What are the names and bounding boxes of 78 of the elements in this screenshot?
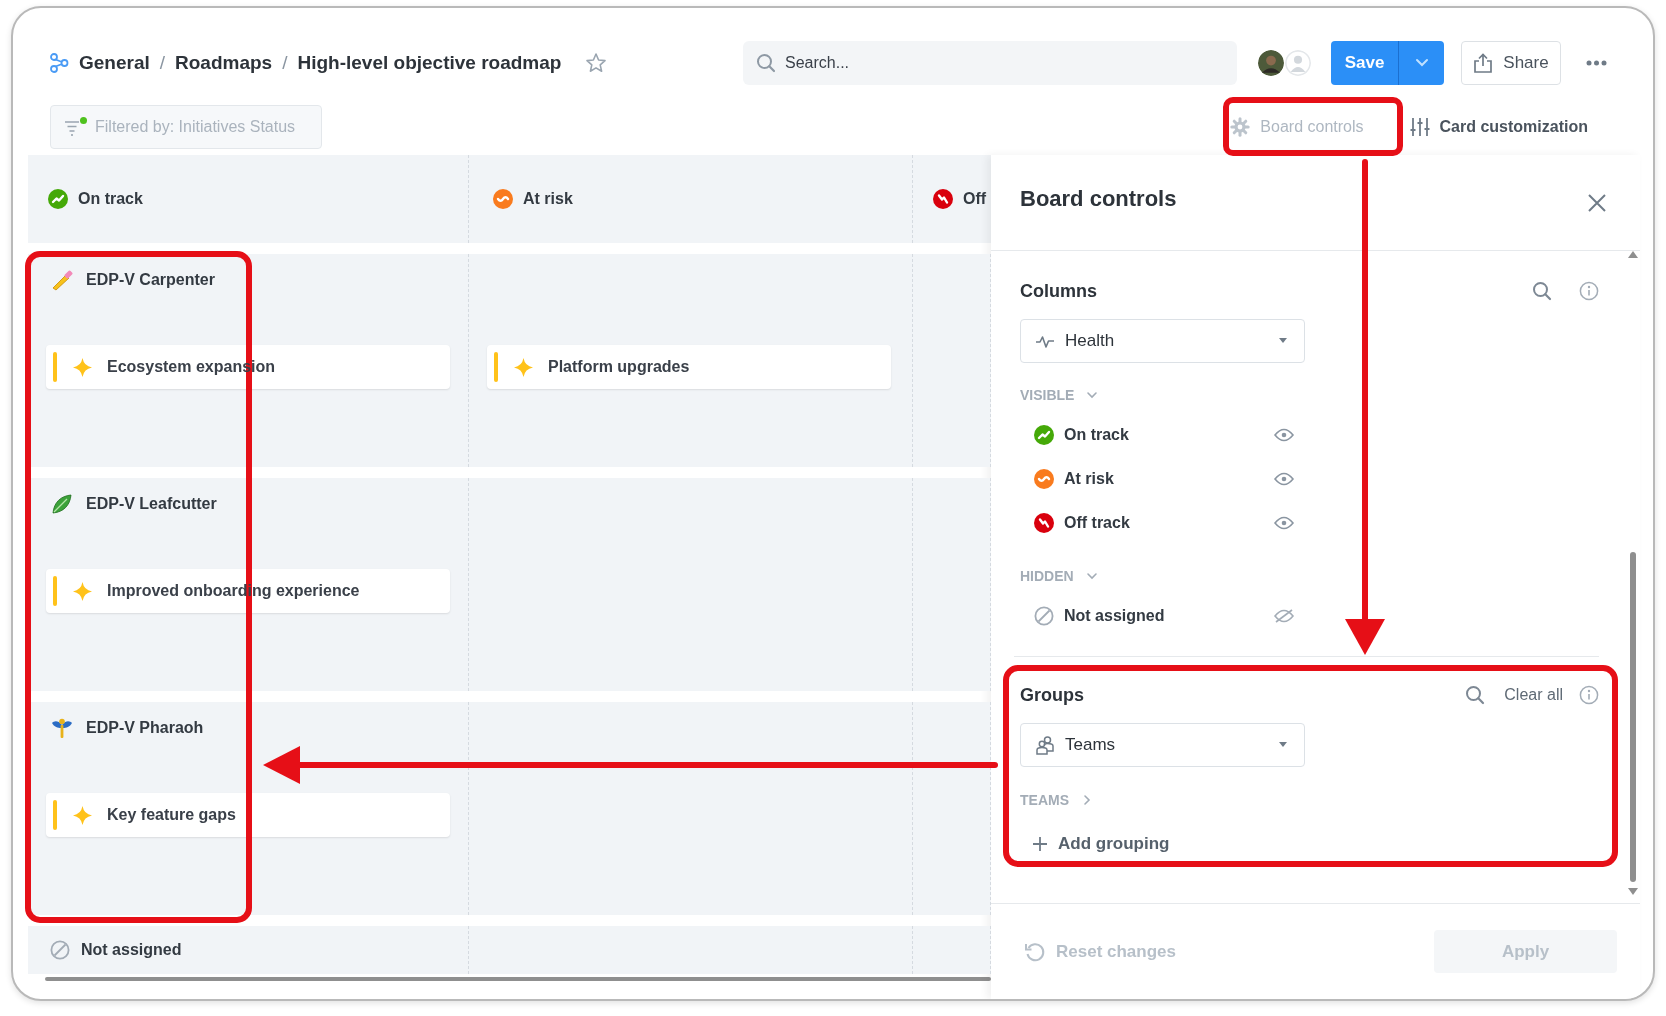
sliders-icon	[1409, 117, 1430, 137]
clear-all-link[interactable]: Clear all	[1504, 686, 1563, 704]
sparkle-icon	[73, 581, 92, 601]
people-icon	[1035, 735, 1055, 755]
section-title: Groups	[1020, 684, 1085, 706]
search-field[interactable]: Search...	[743, 41, 1237, 85]
user-avatar[interactable]	[1258, 50, 1284, 76]
close-button[interactable]	[1588, 193, 1606, 212]
share-icon	[1473, 53, 1494, 73]
column-header: Off	[963, 190, 987, 208]
group-title: EDP-V Leafcutter	[86, 495, 217, 513]
star-icon[interactable]	[585, 52, 608, 74]
view-control-button[interactable]: Card customization	[1399, 105, 1598, 149]
groups-dropdown[interactable]: Teams	[1020, 723, 1305, 767]
sparkle-icon	[73, 805, 92, 825]
zigzag-icon	[1034, 513, 1054, 533]
close-icon	[1588, 193, 1606, 212]
group-title: Not assigned	[81, 941, 182, 959]
column-option: Not assigned	[1064, 607, 1264, 625]
info-icon[interactable]	[1579, 685, 1599, 705]
group-title: EDP-V Carpenter	[86, 271, 215, 289]
blocked-icon	[1034, 606, 1054, 626]
filter-icon	[65, 121, 80, 136]
trend-icon	[1034, 425, 1054, 445]
eye-icon[interactable]	[1274, 515, 1294, 531]
nodes-icon[interactable]	[49, 53, 69, 73]
blocked-icon	[50, 940, 70, 960]
eye-slash-icon[interactable]	[1274, 608, 1294, 624]
initiative-card[interactable]: Platform upgrades	[487, 345, 891, 389]
wave-icon	[493, 189, 513, 209]
group-title: EDP-V Pharaoh	[86, 719, 204, 737]
leaf-icon	[51, 493, 73, 515]
gear-icon	[1230, 117, 1251, 137]
more-icon[interactable]	[1586, 60, 1607, 66]
initiative-card[interactable]: Key feature gaps	[46, 793, 450, 837]
list-heading: VISIBLE	[1020, 387, 1075, 403]
breadcrumb-link[interactable]: High-level objective roadmap	[297, 52, 562, 74]
add-grouping-button[interactable]: Add grouping	[1020, 822, 1176, 866]
scrollbar-thumb[interactable]	[1630, 552, 1636, 882]
chevron-right-icon[interactable]	[1081, 794, 1093, 806]
save-options-button[interactable]	[1399, 41, 1444, 85]
caret-icon	[1278, 338, 1288, 344]
column-header: On track	[78, 190, 143, 208]
list-heading: TEAMS	[1020, 792, 1069, 808]
chevron-down-icon[interactable]	[1085, 570, 1098, 582]
column-option: On track	[1064, 426, 1264, 444]
column-option: At risk	[1064, 470, 1264, 488]
share-button[interactable]: Share	[1461, 41, 1561, 85]
breadcrumb-link[interactable]: Roadmaps	[175, 52, 273, 74]
trend-icon	[48, 189, 68, 209]
search-icon[interactable]	[1532, 281, 1552, 301]
plus-icon	[1032, 836, 1048, 852]
scroll-down-icon[interactable]	[1628, 888, 1638, 895]
column-header: At risk	[523, 190, 573, 208]
undo-icon	[1024, 940, 1046, 963]
breadcrumb-link[interactable]: General	[79, 52, 150, 74]
breadcrumb-separator: /	[159, 52, 166, 74]
scroll-up-icon[interactable]	[1628, 251, 1638, 258]
caret-icon	[1278, 742, 1288, 748]
search-icon[interactable]	[1465, 685, 1486, 705]
winged-emblem-icon	[51, 717, 73, 739]
eye-icon[interactable]	[1274, 427, 1294, 443]
eye-icon[interactable]	[1274, 471, 1294, 487]
info-icon[interactable]	[1579, 281, 1599, 301]
breadcrumb-separator: /	[282, 52, 288, 74]
scrollbar-thumb[interactable]	[45, 977, 991, 981]
zigzag-icon	[933, 189, 953, 209]
sparkle-icon	[514, 357, 533, 377]
panel-title: Board controls	[1020, 185, 1178, 212]
columns-dropdown[interactable]: Health	[1020, 319, 1305, 363]
sparkle-icon	[73, 357, 92, 377]
chevron-down-icon[interactable]	[1086, 389, 1099, 401]
search-icon	[756, 53, 776, 73]
list-heading: HIDDEN	[1020, 568, 1074, 584]
column-option: Off track	[1064, 514, 1264, 532]
wave-icon	[1034, 469, 1054, 489]
section-title: Columns	[1020, 280, 1098, 302]
chevron-down-icon	[1414, 58, 1429, 68]
